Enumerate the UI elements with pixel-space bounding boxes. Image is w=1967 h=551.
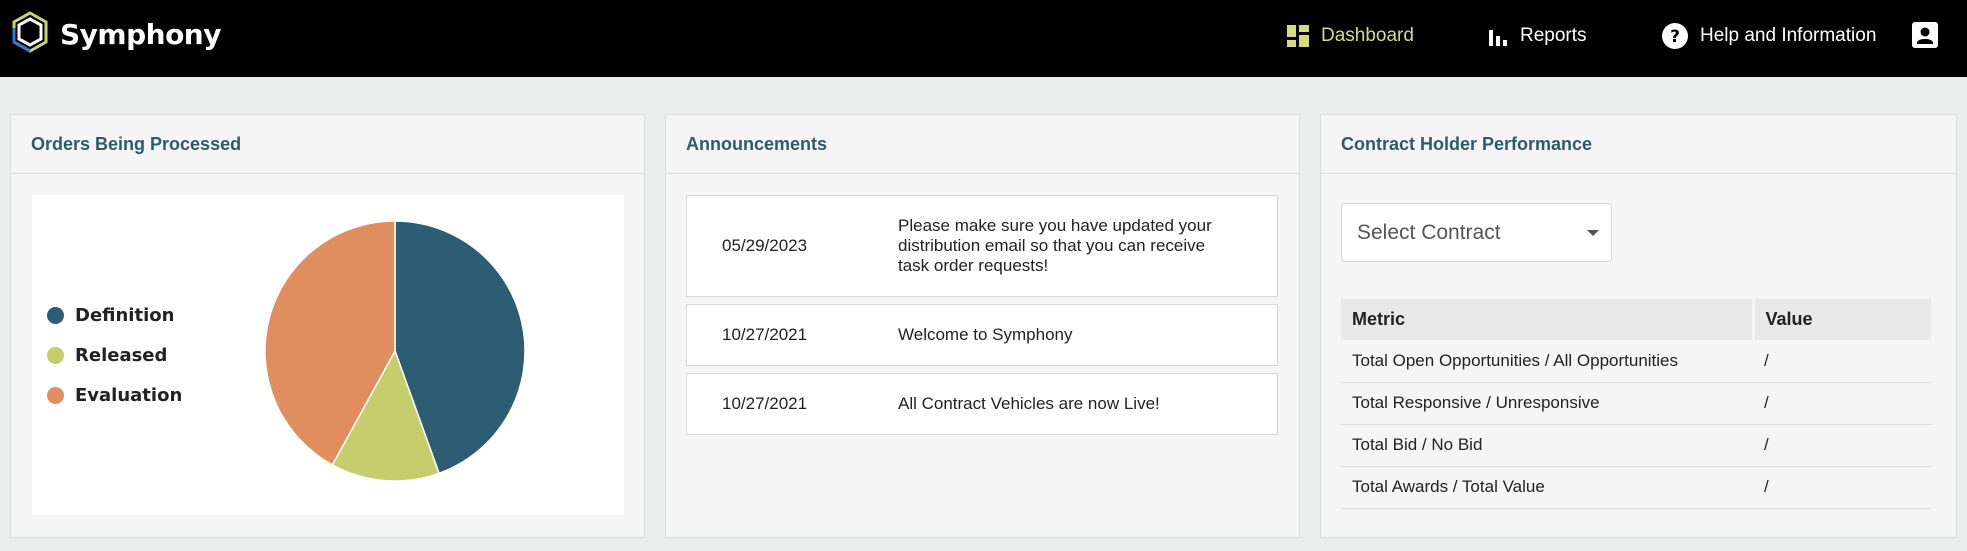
announcement-text: Please make sure you have updated your d…: [898, 216, 1212, 275]
announcement-text: Welcome to Symphony: [898, 325, 1073, 344]
performance-title: Contract Holder Performance: [1341, 133, 1593, 154]
metric-cell: Total Bid / No Bid: [1341, 424, 1753, 467]
announcement-item: 05/29/2023 Please make sure you have upd…: [686, 195, 1278, 297]
nav-reports[interactable]: Reports: [1488, 20, 1587, 52]
nav-dashboard[interactable]: Dashboard: [1287, 20, 1414, 52]
value-cell: /: [1753, 424, 1931, 467]
announcements-title: Announcements: [686, 133, 828, 154]
symphony-logo-icon: [10, 10, 50, 59]
top-navbar: Symphony Dashboard Reports ? Help and In…: [0, 0, 1967, 77]
app-name: Symphony: [60, 17, 222, 51]
help-icon: ?: [1662, 23, 1688, 49]
announcement-date: 05/29/2023: [722, 236, 808, 255]
performance-card-header: Contract Holder Performance: [1321, 115, 1956, 174]
select-contract-dropdown[interactable]: Select Contract: [1341, 203, 1612, 262]
orders-chart-panel: Definition Released Evaluation: [32, 195, 624, 515]
announcement-item: 10/27/2021 All Contract Vehicles are now…: [686, 373, 1278, 435]
nav-reports-label: Reports: [1520, 25, 1587, 46]
brand[interactable]: Symphony: [10, 10, 222, 59]
table-row: Total Awards / Total Value /: [1341, 466, 1931, 509]
value-cell: /: [1753, 382, 1931, 425]
account-button[interactable]: [1912, 22, 1938, 54]
nav-help-label: Help and Information: [1700, 25, 1877, 46]
table-row: Total Bid / No Bid /: [1341, 424, 1931, 467]
announcements-card-header: Announcements: [666, 115, 1299, 174]
nav-dashboard-label: Dashboard: [1321, 25, 1414, 46]
column-header-value: Value: [1753, 299, 1931, 340]
orders-pie-chart: [264, 220, 526, 482]
orders-card: Orders Being Processed Definition Releas…: [10, 114, 645, 538]
performance-table: Metric Value Total Open Opportunities / …: [1341, 299, 1931, 509]
orders-card-header: Orders Being Processed: [11, 115, 644, 174]
dashboard-icon: [1287, 25, 1309, 47]
table-row: Total Open Opportunities / All Opportuni…: [1341, 340, 1931, 383]
table-header-row: Metric Value: [1341, 299, 1931, 340]
svg-text:?: ?: [1670, 27, 1680, 47]
caret-down-icon: [1587, 230, 1599, 236]
metric-cell: Total Awards / Total Value: [1341, 466, 1753, 509]
metric-cell: Total Open Opportunities / All Opportuni…: [1341, 340, 1753, 383]
announcement-date: 10/27/2021: [722, 325, 808, 344]
column-header-metric: Metric: [1341, 299, 1755, 340]
announcement-text: All Contract Vehicles are now Live!: [898, 394, 1160, 413]
announcements-card: Announcements 05/29/2023 Please make sur…: [665, 114, 1300, 538]
nav-help[interactable]: ? Help and Information: [1662, 20, 1876, 52]
table-row: Total Responsive / Unresponsive /: [1341, 382, 1931, 425]
performance-card: Contract Holder Performance Select Contr…: [1320, 114, 1957, 538]
value-cell: /: [1753, 340, 1931, 383]
account-icon: [1912, 22, 1938, 54]
orders-title: Orders Being Processed: [31, 133, 242, 154]
announcement-item: 10/27/2021 Welcome to Symphony: [686, 304, 1278, 366]
bar-chart-icon: [1488, 26, 1508, 46]
value-cell: /: [1753, 466, 1931, 509]
metric-cell: Total Responsive / Unresponsive: [1341, 382, 1753, 425]
select-contract-placeholder: Select Contract: [1357, 220, 1501, 244]
announcement-date: 10/27/2021: [722, 394, 808, 413]
